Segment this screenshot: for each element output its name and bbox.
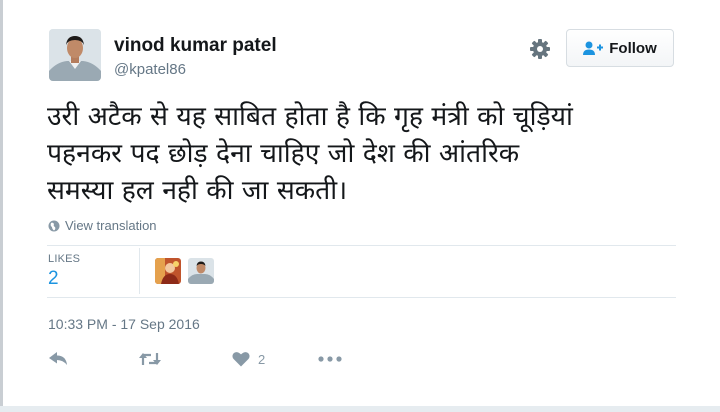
stats-separator xyxy=(139,248,140,294)
user-handle[interactable]: @kpatel86 xyxy=(114,61,186,78)
stats-top-divider xyxy=(47,245,676,246)
like-button[interactable]: 2 xyxy=(232,349,265,369)
globe-icon xyxy=(48,220,60,231)
follow-button[interactable]: Follow xyxy=(566,29,674,67)
window-edge xyxy=(0,0,3,412)
likes-label: LIKES xyxy=(48,253,81,265)
user-name[interactable]: vinod kumar patel xyxy=(114,35,277,57)
tweet-timestamp[interactable]: 10:33 PM - 17 Sep 2016 xyxy=(48,316,200,332)
settings-gear-icon[interactable] xyxy=(529,38,551,60)
likes-count[interactable]: 2 xyxy=(48,268,59,290)
heart-icon xyxy=(232,352,250,367)
more-button[interactable] xyxy=(318,349,342,369)
retweet-icon xyxy=(139,353,161,365)
more-icon xyxy=(318,356,342,362)
reply-icon xyxy=(49,352,67,365)
view-translation-link[interactable]: View translation xyxy=(48,218,157,233)
reply-button[interactable] xyxy=(48,349,68,369)
like-count: 2 xyxy=(258,351,266,367)
follow-person-icon xyxy=(583,41,604,55)
liker-avatar[interactable] xyxy=(155,258,181,284)
retweet-button[interactable] xyxy=(138,349,162,369)
liker-avatar[interactable] xyxy=(188,258,214,284)
stats-bottom-divider xyxy=(47,297,676,298)
tweet-text: उरी अटैक से यह साबित होता है कि गृह मंत्… xyxy=(47,101,573,206)
avatar[interactable] xyxy=(49,29,101,81)
follow-label: Follow xyxy=(609,39,657,57)
view-translation-label: View translation xyxy=(65,218,157,233)
page-bottom-edge xyxy=(0,406,720,412)
